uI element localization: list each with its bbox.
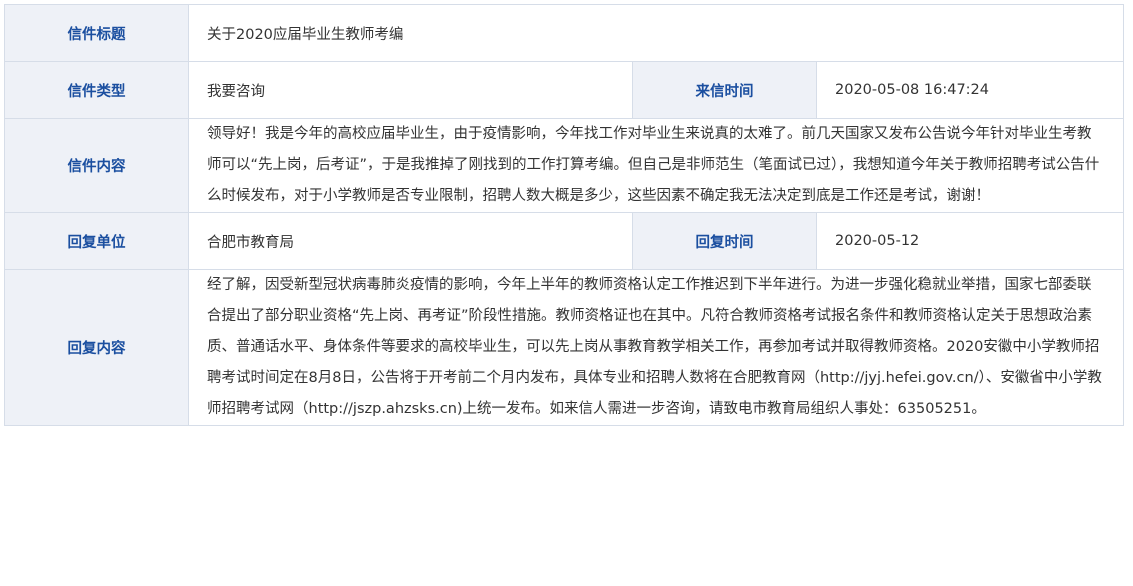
row-reply-content: 回复内容 经了解，因受新型冠状病毒肺炎疫情的影响，今年上半年的教师资格认定工作推… — [4, 269, 1125, 426]
letter-time-value: 2020-05-08 16:47:24 — [815, 61, 1125, 119]
letter-time-label: 来信时间 — [632, 61, 817, 119]
letter-content-label: 信件内容 — [4, 118, 189, 213]
letter-detail-table: 信件标题 关于2020应届毕业生教师考编 信件类型 我要咨询 来信时间 2020… — [4, 4, 1125, 426]
letter-type-value: 我要咨询 — [188, 61, 633, 119]
reply-content-label: 回复内容 — [4, 269, 189, 426]
letter-type-label: 信件类型 — [4, 61, 189, 119]
row-letter-type: 信件类型 我要咨询 来信时间 2020-05-08 16:47:24 — [4, 61, 1125, 119]
reply-unit-label: 回复单位 — [4, 212, 189, 270]
row-letter-title: 信件标题 关于2020应届毕业生教师考编 — [4, 4, 1125, 62]
reply-unit-value: 合肥市教育局 — [188, 212, 633, 270]
reply-time-value: 2020-05-12 — [815, 212, 1125, 270]
reply-time-label: 回复时间 — [632, 212, 817, 270]
letter-title-label: 信件标题 — [4, 4, 189, 62]
letter-title-value: 关于2020应届毕业生教师考编 — [187, 4, 1125, 62]
row-reply-unit: 回复单位 合肥市教育局 回复时间 2020-05-12 — [4, 212, 1125, 270]
reply-content-value: 经了解，因受新型冠状病毒肺炎疫情的影响，今年上半年的教师资格认定工作推迟到下半年… — [187, 269, 1125, 426]
row-letter-content: 信件内容 领导好！我是今年的高校应届毕业生，由于疫情影响，今年找工作对毕业生来说… — [4, 118, 1125, 213]
letter-content-value: 领导好！我是今年的高校应届毕业生，由于疫情影响，今年找工作对毕业生来说真的太难了… — [187, 118, 1125, 213]
